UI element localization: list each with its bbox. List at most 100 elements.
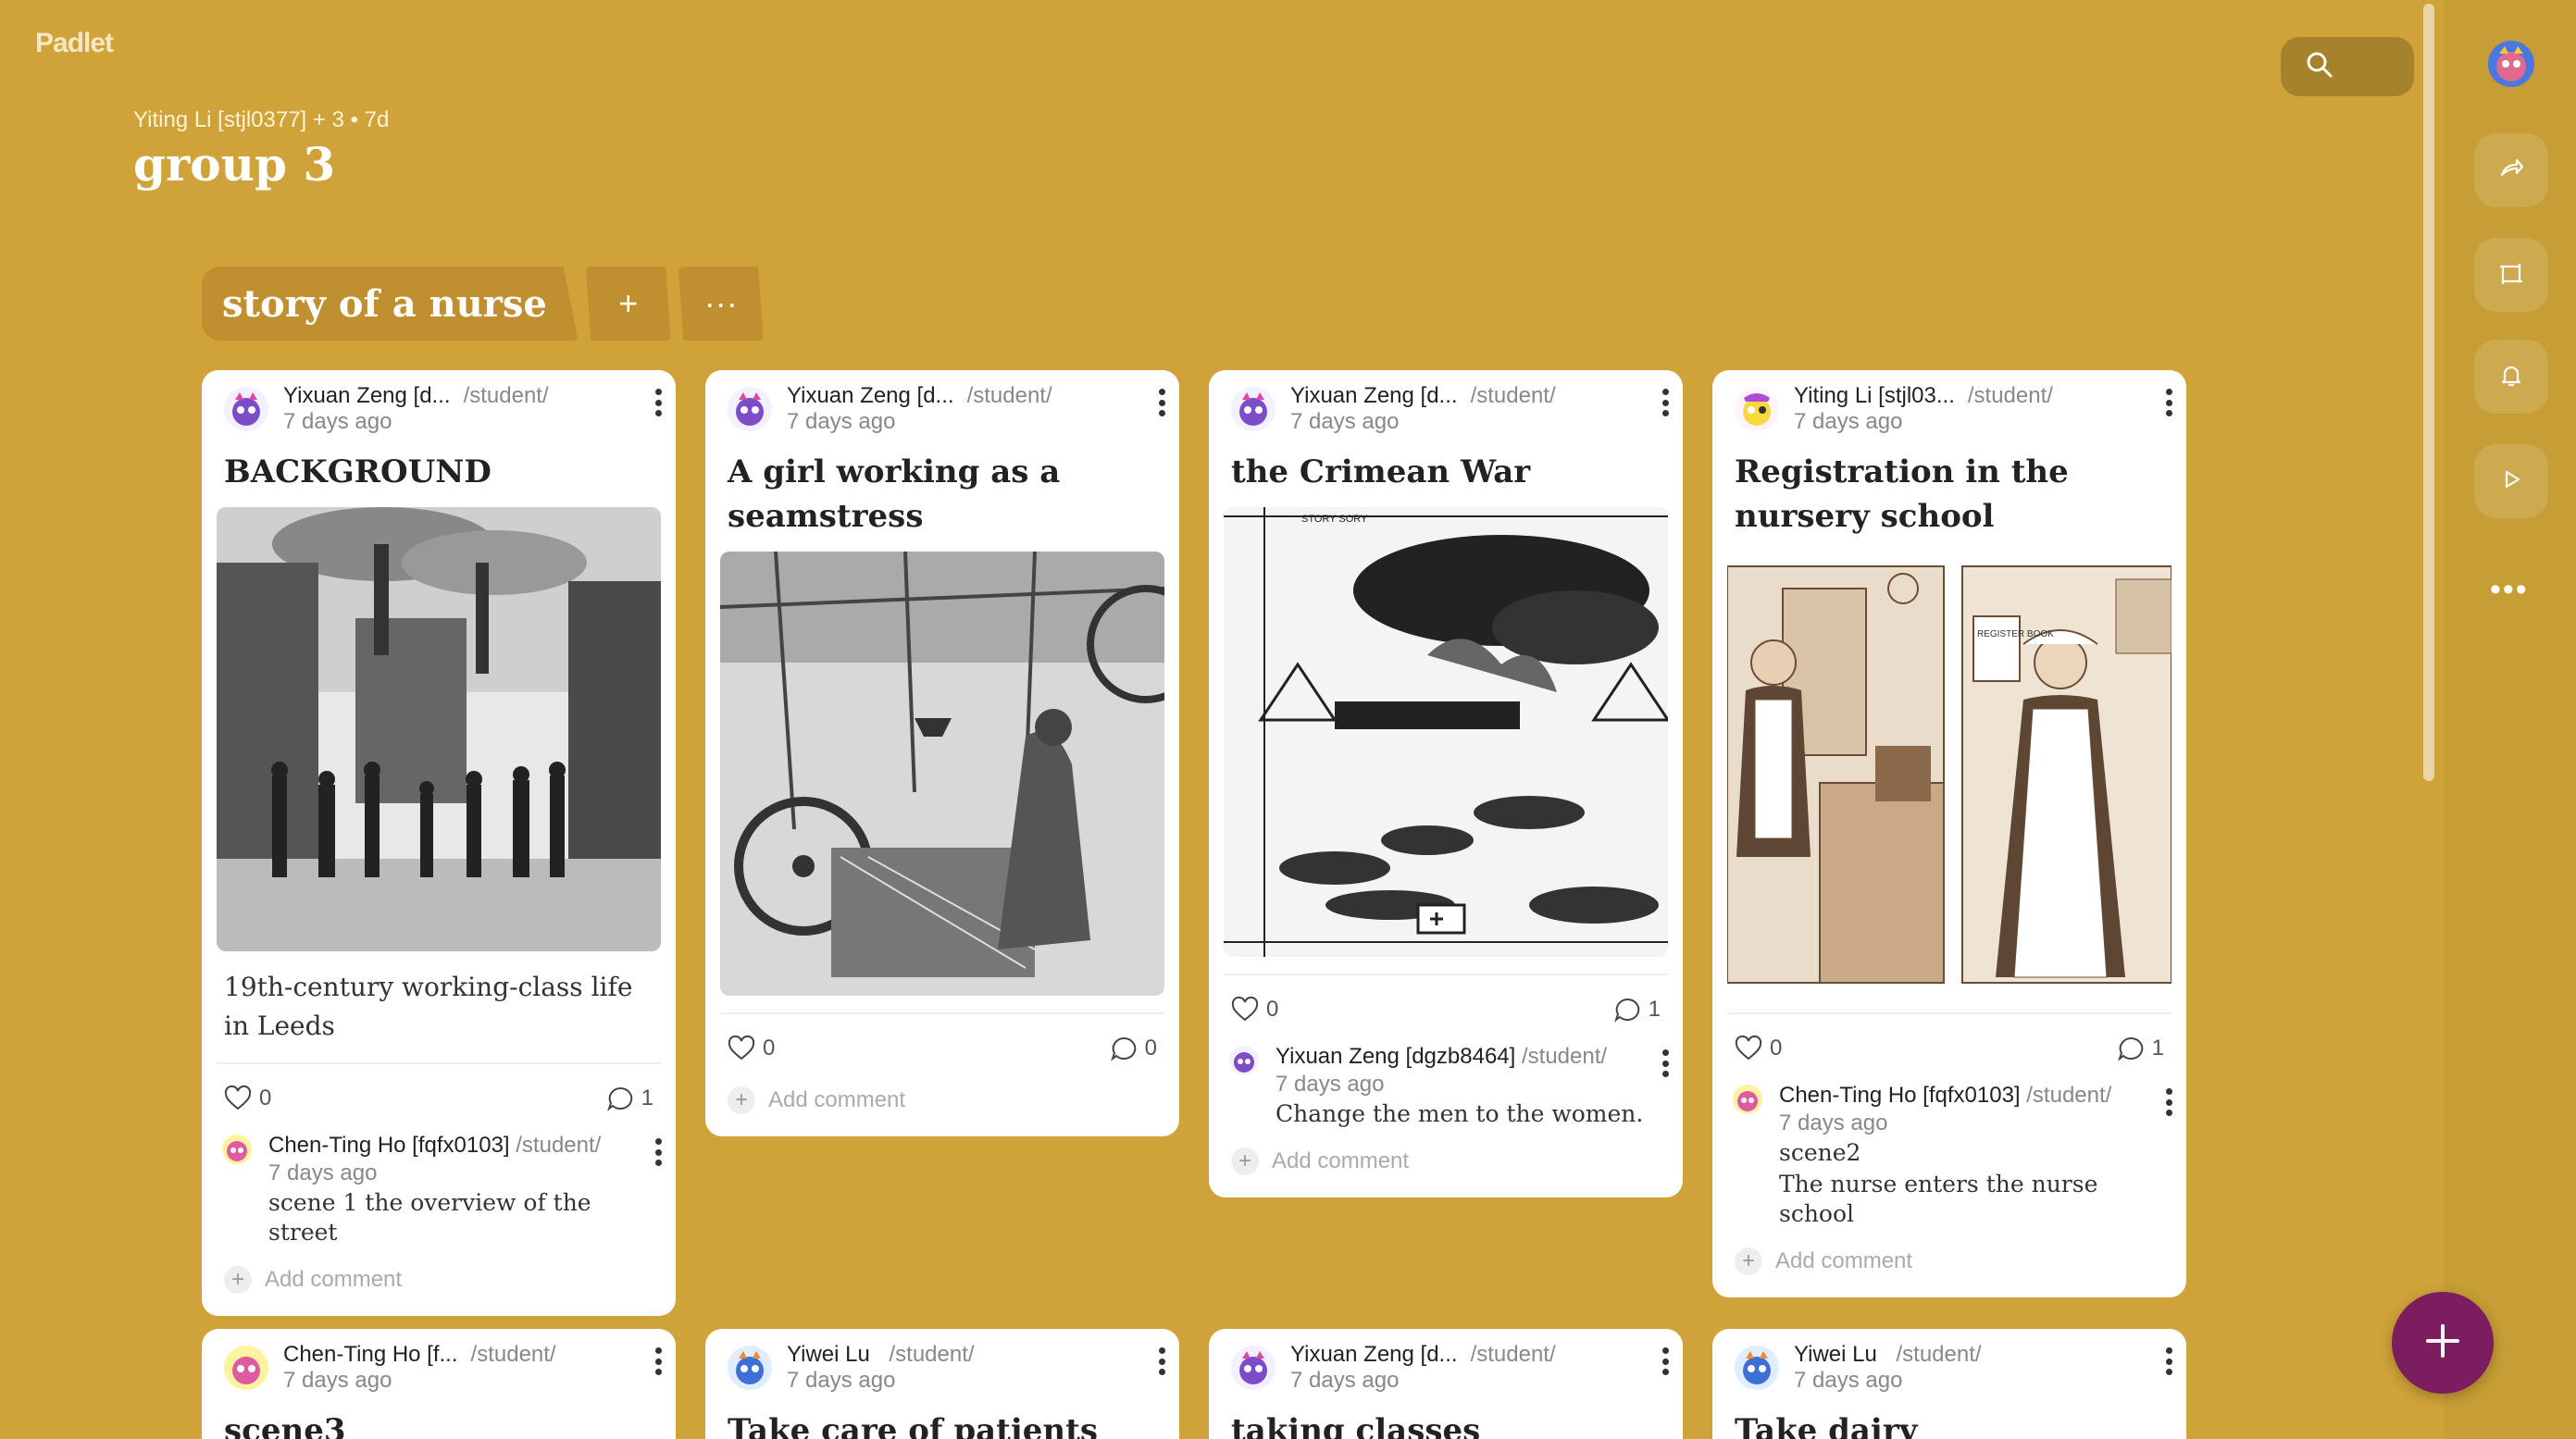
comment-text: Change the men to the women. bbox=[1276, 1100, 1644, 1127]
comment-count-button[interactable]: 1 bbox=[606, 1085, 653, 1111]
like-button[interactable]: 0 bbox=[224, 1085, 271, 1111]
add-comment-button[interactable]: + Add comment bbox=[1209, 1129, 1683, 1197]
post-card[interactable]: Yixuan Zeng [d... /student/ 7 days ago A … bbox=[705, 370, 1179, 1136]
add-comment-button[interactable]: + Add comment bbox=[1712, 1229, 2186, 1297]
post-time: 7 days ago bbox=[283, 409, 392, 434]
post-card[interactable]: Yixuan Zeng [d... /student/ 7 days ago ta… bbox=[1209, 1329, 1683, 1439]
remake-icon bbox=[2497, 259, 2525, 292]
post-menu-button[interactable] bbox=[2164, 1347, 2173, 1375]
post-author[interactable]: Yixuan Zeng [d... bbox=[1290, 383, 1458, 408]
comment-text: scene 1 the overview of the street bbox=[268, 1189, 591, 1246]
like-count: 0 bbox=[1266, 997, 1279, 1022]
comment-count-button[interactable]: 1 bbox=[2117, 1036, 2164, 1061]
add-comment-label: Add comment bbox=[768, 1087, 906, 1112]
post-card[interactable]: Chen-Ting Ho [f... /student/ 7 days ago s… bbox=[202, 1329, 676, 1439]
comment-icon bbox=[606, 1086, 632, 1111]
post-title: Registration in the nursery school bbox=[1735, 453, 2069, 535]
post-image[interactable]: REGISTER BOOK bbox=[1727, 552, 2172, 996]
post-author[interactable]: Chen-Ting Ho [f... bbox=[283, 1342, 458, 1367]
post-author[interactable]: Yixuan Zeng [d... bbox=[1290, 1342, 1458, 1367]
post-menu-button[interactable] bbox=[1157, 1347, 1166, 1375]
post-title: BACKGROUND bbox=[224, 453, 492, 490]
post-menu-button[interactable] bbox=[2164, 389, 2173, 416]
post-card[interactable]: Yixuan Zeng [d... /student/ 7 days ago BA… bbox=[202, 370, 676, 1316]
comment-menu-button[interactable] bbox=[653, 1138, 663, 1166]
avatar bbox=[222, 1135, 252, 1164]
remake-button[interactable] bbox=[2474, 238, 2548, 312]
add-comment-label: Add comment bbox=[1272, 1148, 1410, 1173]
heart-icon bbox=[1231, 997, 1259, 1022]
comment-icon bbox=[1613, 998, 1639, 1023]
post-author[interactable]: Yixuan Zeng [d... bbox=[283, 383, 451, 408]
post-title: A girl working as a seamstress bbox=[728, 453, 1061, 535]
scrollbar[interactable] bbox=[2423, 4, 2434, 781]
post-author[interactable]: Yiwei Lu bbox=[787, 1342, 870, 1367]
comment-time: 7 days ago bbox=[1779, 1110, 1888, 1135]
avatar bbox=[1733, 1085, 1762, 1114]
comment-menu-button[interactable] bbox=[2164, 1088, 2173, 1116]
like-button[interactable]: 0 bbox=[1735, 1036, 1782, 1061]
add-post-fab[interactable] bbox=[2392, 1292, 2494, 1394]
avatar bbox=[1231, 387, 1276, 431]
add-comment-button[interactable]: + Add comment bbox=[202, 1247, 676, 1316]
plus-icon bbox=[2422, 1321, 2463, 1366]
comment-count-button[interactable]: 1 bbox=[1613, 997, 1661, 1023]
author-path: /student/ bbox=[1889, 1342, 1982, 1367]
image-caption: STORY SORY bbox=[1301, 514, 1368, 525]
avatar bbox=[1229, 1046, 1259, 1075]
comment-author[interactable]: Yixuan Zeng [dgzb8464] bbox=[1276, 1044, 1515, 1069]
search-button[interactable] bbox=[2281, 37, 2414, 96]
avatar bbox=[1735, 1346, 1779, 1390]
post-card[interactable]: Yixuan Zeng [d... /student/ 7 days ago th… bbox=[1209, 370, 1683, 1197]
share-button[interactable] bbox=[2474, 133, 2548, 207]
post-author[interactable]: Yiwei Lu bbox=[1794, 1342, 1877, 1367]
comment-count: 1 bbox=[1648, 997, 1661, 1022]
post-author[interactable]: Yiting Li [stjl03... bbox=[1794, 383, 1955, 408]
notifications-button[interactable] bbox=[2474, 340, 2548, 414]
plus-icon: + bbox=[224, 1266, 252, 1294]
section-more-button[interactable]: ··· bbox=[678, 267, 764, 341]
comment-author[interactable]: Chen-Ting Ho [fqfx0103] bbox=[268, 1133, 510, 1158]
post-author[interactable]: Yixuan Zeng [d... bbox=[787, 383, 954, 408]
post-card[interactable]: Yiwei Lu /student/ 7 days ago Take care … bbox=[705, 1329, 1179, 1439]
more-icon[interactable]: ••• bbox=[2490, 572, 2529, 608]
post-menu-button[interactable] bbox=[653, 389, 663, 416]
like-button[interactable]: 0 bbox=[728, 1036, 775, 1061]
slideshow-button[interactable] bbox=[2474, 444, 2548, 518]
avatar bbox=[728, 1346, 772, 1390]
comment-count: 1 bbox=[2151, 1036, 2164, 1061]
author-path: /student/ bbox=[470, 1342, 556, 1367]
post-time: 7 days ago bbox=[787, 1368, 896, 1393]
image-caption: REGISTER BOOK bbox=[1977, 629, 2054, 639]
comment-count-button[interactable]: 0 bbox=[1110, 1036, 1157, 1061]
section-title[interactable]: story of a nurse bbox=[202, 267, 579, 341]
board-meta: Yiting Li [stjl0377] + 3 • 7d bbox=[133, 107, 390, 132]
add-post-button[interactable]: + bbox=[585, 267, 671, 341]
author-path: /student/ bbox=[882, 1342, 975, 1367]
post-image[interactable] bbox=[720, 552, 1164, 996]
comment-menu-button[interactable] bbox=[1661, 1049, 1670, 1077]
post-menu-button[interactable] bbox=[1661, 1347, 1670, 1375]
post-time: 7 days ago bbox=[787, 409, 896, 434]
post-title: taking classes bbox=[1231, 1412, 1481, 1439]
padlet-logo[interactable]: Padlet bbox=[35, 28, 114, 59]
post-menu-button[interactable] bbox=[1661, 389, 1670, 416]
like-button[interactable]: 0 bbox=[1231, 997, 1278, 1023]
comment-count: 0 bbox=[1144, 1036, 1157, 1061]
comment-author-path: /student/ bbox=[1515, 1044, 1608, 1069]
board-title: group 3 bbox=[133, 137, 336, 192]
post-title: the Crimean War bbox=[1231, 453, 1531, 490]
avatar bbox=[1231, 1346, 1276, 1390]
post-image[interactable]: STORY SORY bbox=[1224, 507, 1668, 957]
post-menu-button[interactable] bbox=[1157, 389, 1166, 416]
post-image[interactable] bbox=[217, 507, 661, 951]
avatar[interactable] bbox=[2488, 41, 2534, 87]
author-path: /student/ bbox=[1967, 383, 2053, 408]
post-menu-button[interactable] bbox=[653, 1347, 663, 1375]
like-count: 0 bbox=[1770, 1036, 1783, 1061]
post-card[interactable]: Yiting Li [stjl03... /student/ 7 days ago… bbox=[1712, 370, 2186, 1297]
add-comment-button[interactable]: + Add comment bbox=[705, 1068, 1179, 1136]
comment-author[interactable]: Chen-Ting Ho [fqfx0103] bbox=[1779, 1083, 2021, 1108]
post-title: scene3 bbox=[224, 1412, 346, 1439]
post-card[interactable]: Yiwei Lu /student/ 7 days ago Take dairy bbox=[1712, 1329, 2186, 1439]
